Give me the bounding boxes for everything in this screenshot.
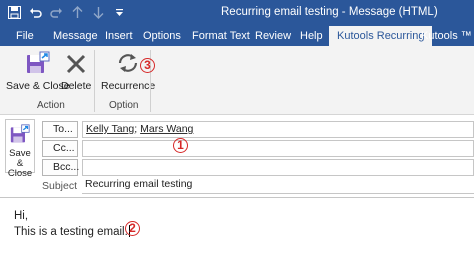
delete-button[interactable]: Delete [61,51,91,92]
body-line: Hi, [14,210,29,222]
tab-kutools-recurring[interactable]: Kutools Recurring [329,26,433,47]
cc-button[interactable]: Cc... [42,140,78,157]
save-close-icon [26,51,50,75]
annotation-badge-3: 3 [140,58,155,73]
tab-help[interactable]: Help [300,29,323,46]
tab-message[interactable]: Message [53,29,98,46]
to-button[interactable]: To... [42,121,78,138]
undo-icon[interactable] [27,4,44,21]
send-label-line2: Close [7,168,33,179]
down-arrow-icon[interactable] [90,4,107,21]
recipient[interactable]: Mars Wang [140,123,193,135]
group-option-label: Option [109,100,139,111]
bcc-button[interactable]: Bcc... [42,159,79,176]
tab-format-text[interactable]: Format Text [192,29,250,46]
recurrence-icon [116,51,140,75]
annotation-badge-2: 2 [125,221,140,236]
subject-field[interactable]: Recurring email testing [82,177,474,194]
group-action-label: Action [37,100,65,111]
annotation-badge-1: 1 [173,138,188,153]
redo-icon[interactable] [48,4,65,21]
tab-review[interactable]: Review [255,29,291,46]
tab-file[interactable]: File [16,29,34,46]
recurrence-label: Recurrence [101,80,156,92]
delete-label: Delete [61,80,92,92]
save-close-icon [10,124,30,147]
message-body[interactable]: Hi, This is a testing email. [14,208,130,240]
quick-access-toolbar [6,4,128,21]
title-bar: Recurring email testing - Message (HTML) [0,0,474,26]
body-line-with-caret: This is a testing email. [14,224,130,240]
body-line: This is a testing email. [14,226,128,238]
cc-field[interactable] [82,140,474,157]
send-save-close-button[interactable]: Save & Close [5,119,35,179]
customize-qat-icon[interactable] [111,4,128,21]
group-separator [94,50,95,112]
header-divider [0,197,474,198]
tab-insert[interactable]: Insert [105,29,133,46]
ribbon-tabs: File Message Insert Options Format Text … [0,26,474,47]
up-arrow-icon[interactable] [69,4,86,21]
send-label: Save & Close [6,149,34,179]
to-field[interactable]: Kelly Tang; Mars Wang [82,121,474,138]
tab-kutools[interactable]: Kutools ™ [421,29,472,46]
recipient[interactable]: Kelly Tang [86,123,134,135]
subject-label: Subject [42,180,78,192]
send-label-line1: Save & [9,148,31,169]
tab-options[interactable]: Options [143,29,181,46]
window-title: Recurring email testing - Message (HTML) [221,6,438,18]
save-icon[interactable] [6,4,23,21]
ribbon: Save & Close Delete Action Recurrence Op… [0,46,474,115]
delete-icon [65,51,87,75]
bcc-field[interactable] [82,159,474,176]
